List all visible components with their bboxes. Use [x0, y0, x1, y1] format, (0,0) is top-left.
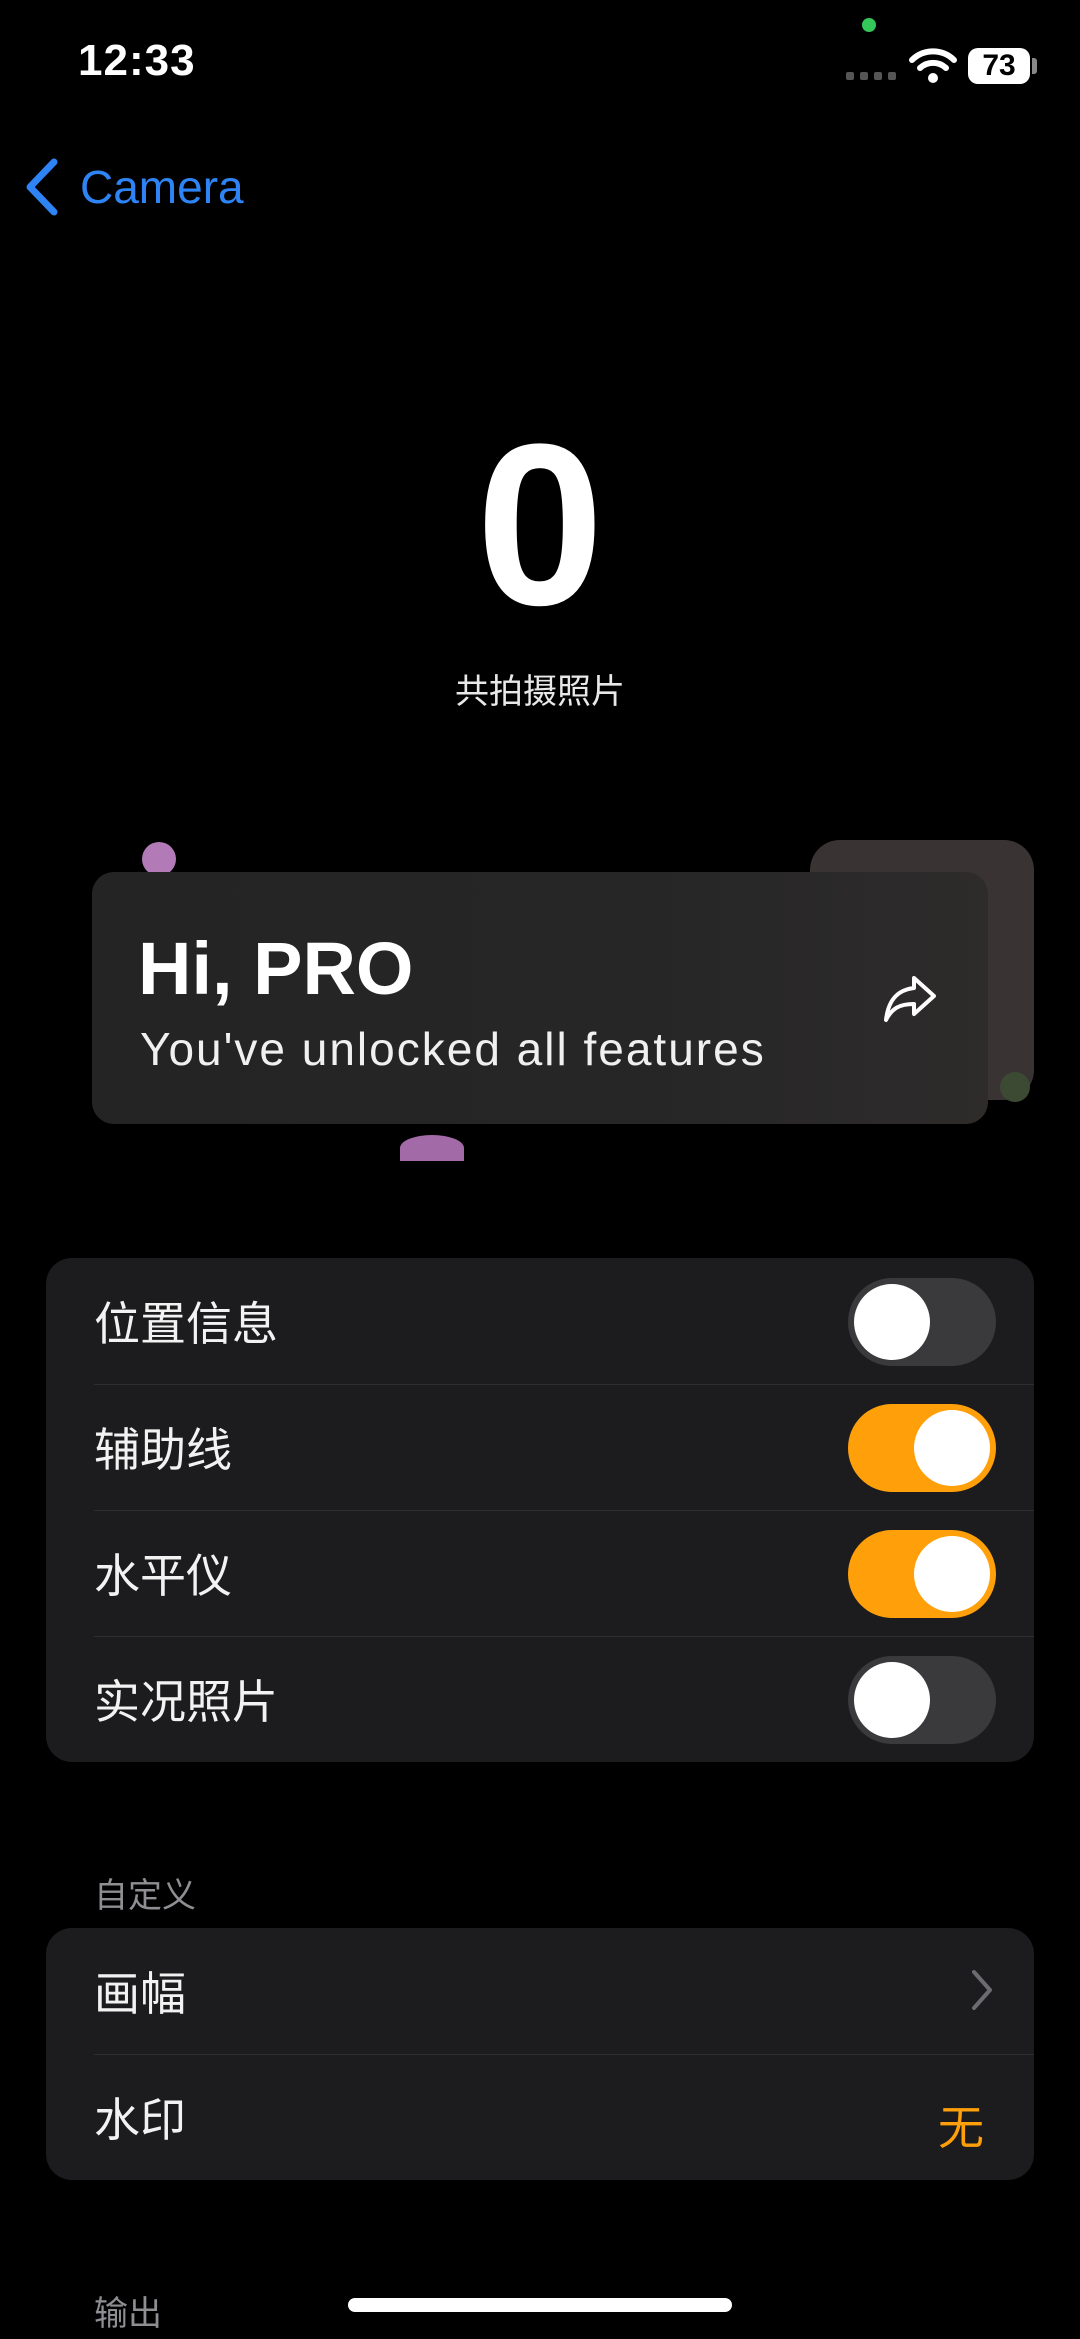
setting-row-watermark[interactable]: 水印 无 — [46, 2054, 1034, 2180]
section-header-output: 输出 — [94, 2295, 162, 2333]
watermark-value: 无 — [938, 2102, 984, 2154]
back-button-label: Camera — [80, 161, 244, 213]
setting-label: 位置信息 — [94, 1298, 278, 1350]
wifi-icon — [909, 48, 957, 83]
section-header-custom: 自定义 — [94, 1877, 196, 1915]
camera-settings-group: 位置信息 辅助线 水平仪 实况照片 — [46, 1258, 1034, 1762]
gridlines-toggle[interactable] — [848, 1404, 996, 1492]
decorative-blob — [1000, 1072, 1030, 1102]
live-photo-toggle[interactable] — [848, 1656, 996, 1744]
camera-in-use-indicator — [862, 18, 876, 32]
pro-card-title: Hi, PRO — [138, 927, 414, 1010]
setting-row-gridlines: 辅助线 — [46, 1384, 1034, 1510]
decorative-blob — [400, 1135, 464, 1161]
cellular-signal-icon — [846, 72, 896, 80]
setting-row-live-photo: 实况照片 — [46, 1636, 1034, 1762]
custom-settings-group: 画幅 水印 无 — [46, 1928, 1034, 2180]
status-time: 12:33 — [78, 36, 196, 85]
photo-count: 0 — [476, 396, 604, 653]
setting-label: 水印 — [94, 2094, 186, 2146]
setting-label: 画幅 — [94, 1968, 186, 2020]
photo-count-label: 共拍摄照片 — [455, 673, 625, 711]
setting-label: 辅助线 — [94, 1424, 232, 1476]
back-button[interactable]: Camera — [22, 158, 244, 216]
battery-cap — [1032, 58, 1037, 74]
battery-icon: 73 — [968, 48, 1030, 84]
setting-label: 水平仪 — [94, 1550, 232, 1602]
setting-row-aspect-ratio[interactable]: 画幅 — [46, 1928, 1034, 2054]
setting-row-level: 水平仪 — [46, 1510, 1034, 1636]
home-indicator[interactable] — [348, 2298, 732, 2312]
share-icon[interactable] — [880, 970, 940, 1026]
decorative-blob — [142, 842, 176, 876]
setting-row-location: 位置信息 — [46, 1258, 1034, 1384]
pro-card-subtitle: You've unlocked all features — [140, 1023, 766, 1075]
chevron-right-icon — [972, 1970, 992, 2010]
battery-level: 73 — [982, 49, 1016, 82]
chevron-left-icon — [26, 158, 58, 216]
level-toggle[interactable] — [848, 1530, 996, 1618]
location-toggle[interactable] — [848, 1278, 996, 1366]
setting-label: 实况照片 — [94, 1676, 278, 1728]
